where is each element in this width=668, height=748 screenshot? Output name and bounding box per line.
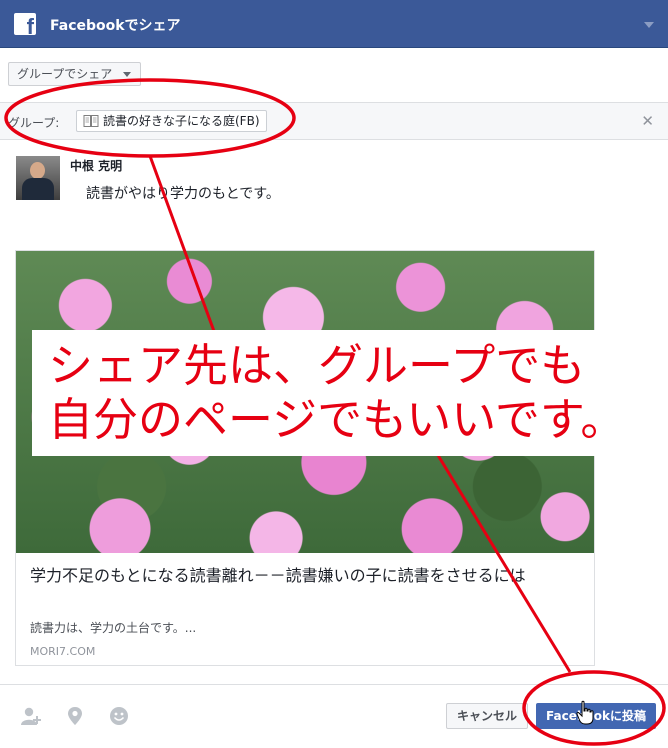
link-preview-description: 読書力は、学力の土台です。... [30, 621, 197, 635]
group-selector-row: グループ: 読書の好きな子になる庭(FB) ✕ [0, 102, 668, 140]
group-name: 読書の好きな子になる庭(FB) [103, 114, 260, 128]
annotation-text-line-1: シェア先は、グループでも [48, 339, 586, 392]
feeling-smiley-icon[interactable] [108, 705, 130, 727]
author-name: 中根 克明 [70, 159, 123, 173]
link-preview-card[interactable]: 学力不足のもとになる読書離れ－－読書嫌いの子に読書をさせるには 読書力は、学力の… [15, 250, 595, 666]
avatar [16, 156, 60, 200]
post-message-input[interactable]: 読書がやはり学力のもとです。 [86, 183, 280, 203]
dialog-title: Facebookでシェア [50, 18, 181, 34]
annotation-text-line-2: 自分のページでもいいです。 [48, 393, 626, 446]
book-icon [83, 114, 99, 127]
share-target-dropdown[interactable]: グループでシェア [8, 62, 142, 86]
remove-group-close-icon[interactable]: ✕ [641, 112, 654, 130]
header-menu-chevron-icon[interactable] [644, 22, 654, 28]
share-target-selected: グループでシェア [17, 67, 113, 81]
tag-friends-icon[interactable] [20, 705, 42, 727]
hand-cursor-icon [576, 700, 594, 725]
post-to-facebook-button[interactable]: Facebookに投稿 [536, 703, 656, 729]
dialog-footer: キャンセル Facebookに投稿 [0, 684, 668, 748]
facebook-logo-icon: f [14, 13, 36, 35]
link-preview-title: 学力不足のもとになる読書離れ－－読書嫌いの子に読書をさせるには [30, 566, 526, 585]
dialog-header: f Facebookでシェア [0, 0, 668, 48]
link-preview-domain: MORI7.COM [30, 645, 96, 658]
selected-group-token[interactable]: 読書の好きな子になる庭(FB) [76, 110, 267, 132]
chevron-down-icon [123, 72, 132, 77]
group-label: グループ: [8, 116, 60, 130]
cancel-button[interactable]: キャンセル [446, 703, 529, 729]
location-pin-icon[interactable] [64, 705, 86, 727]
annotation-callout: シェア先は、グループでも 自分のページでもいいです。 [32, 330, 636, 456]
